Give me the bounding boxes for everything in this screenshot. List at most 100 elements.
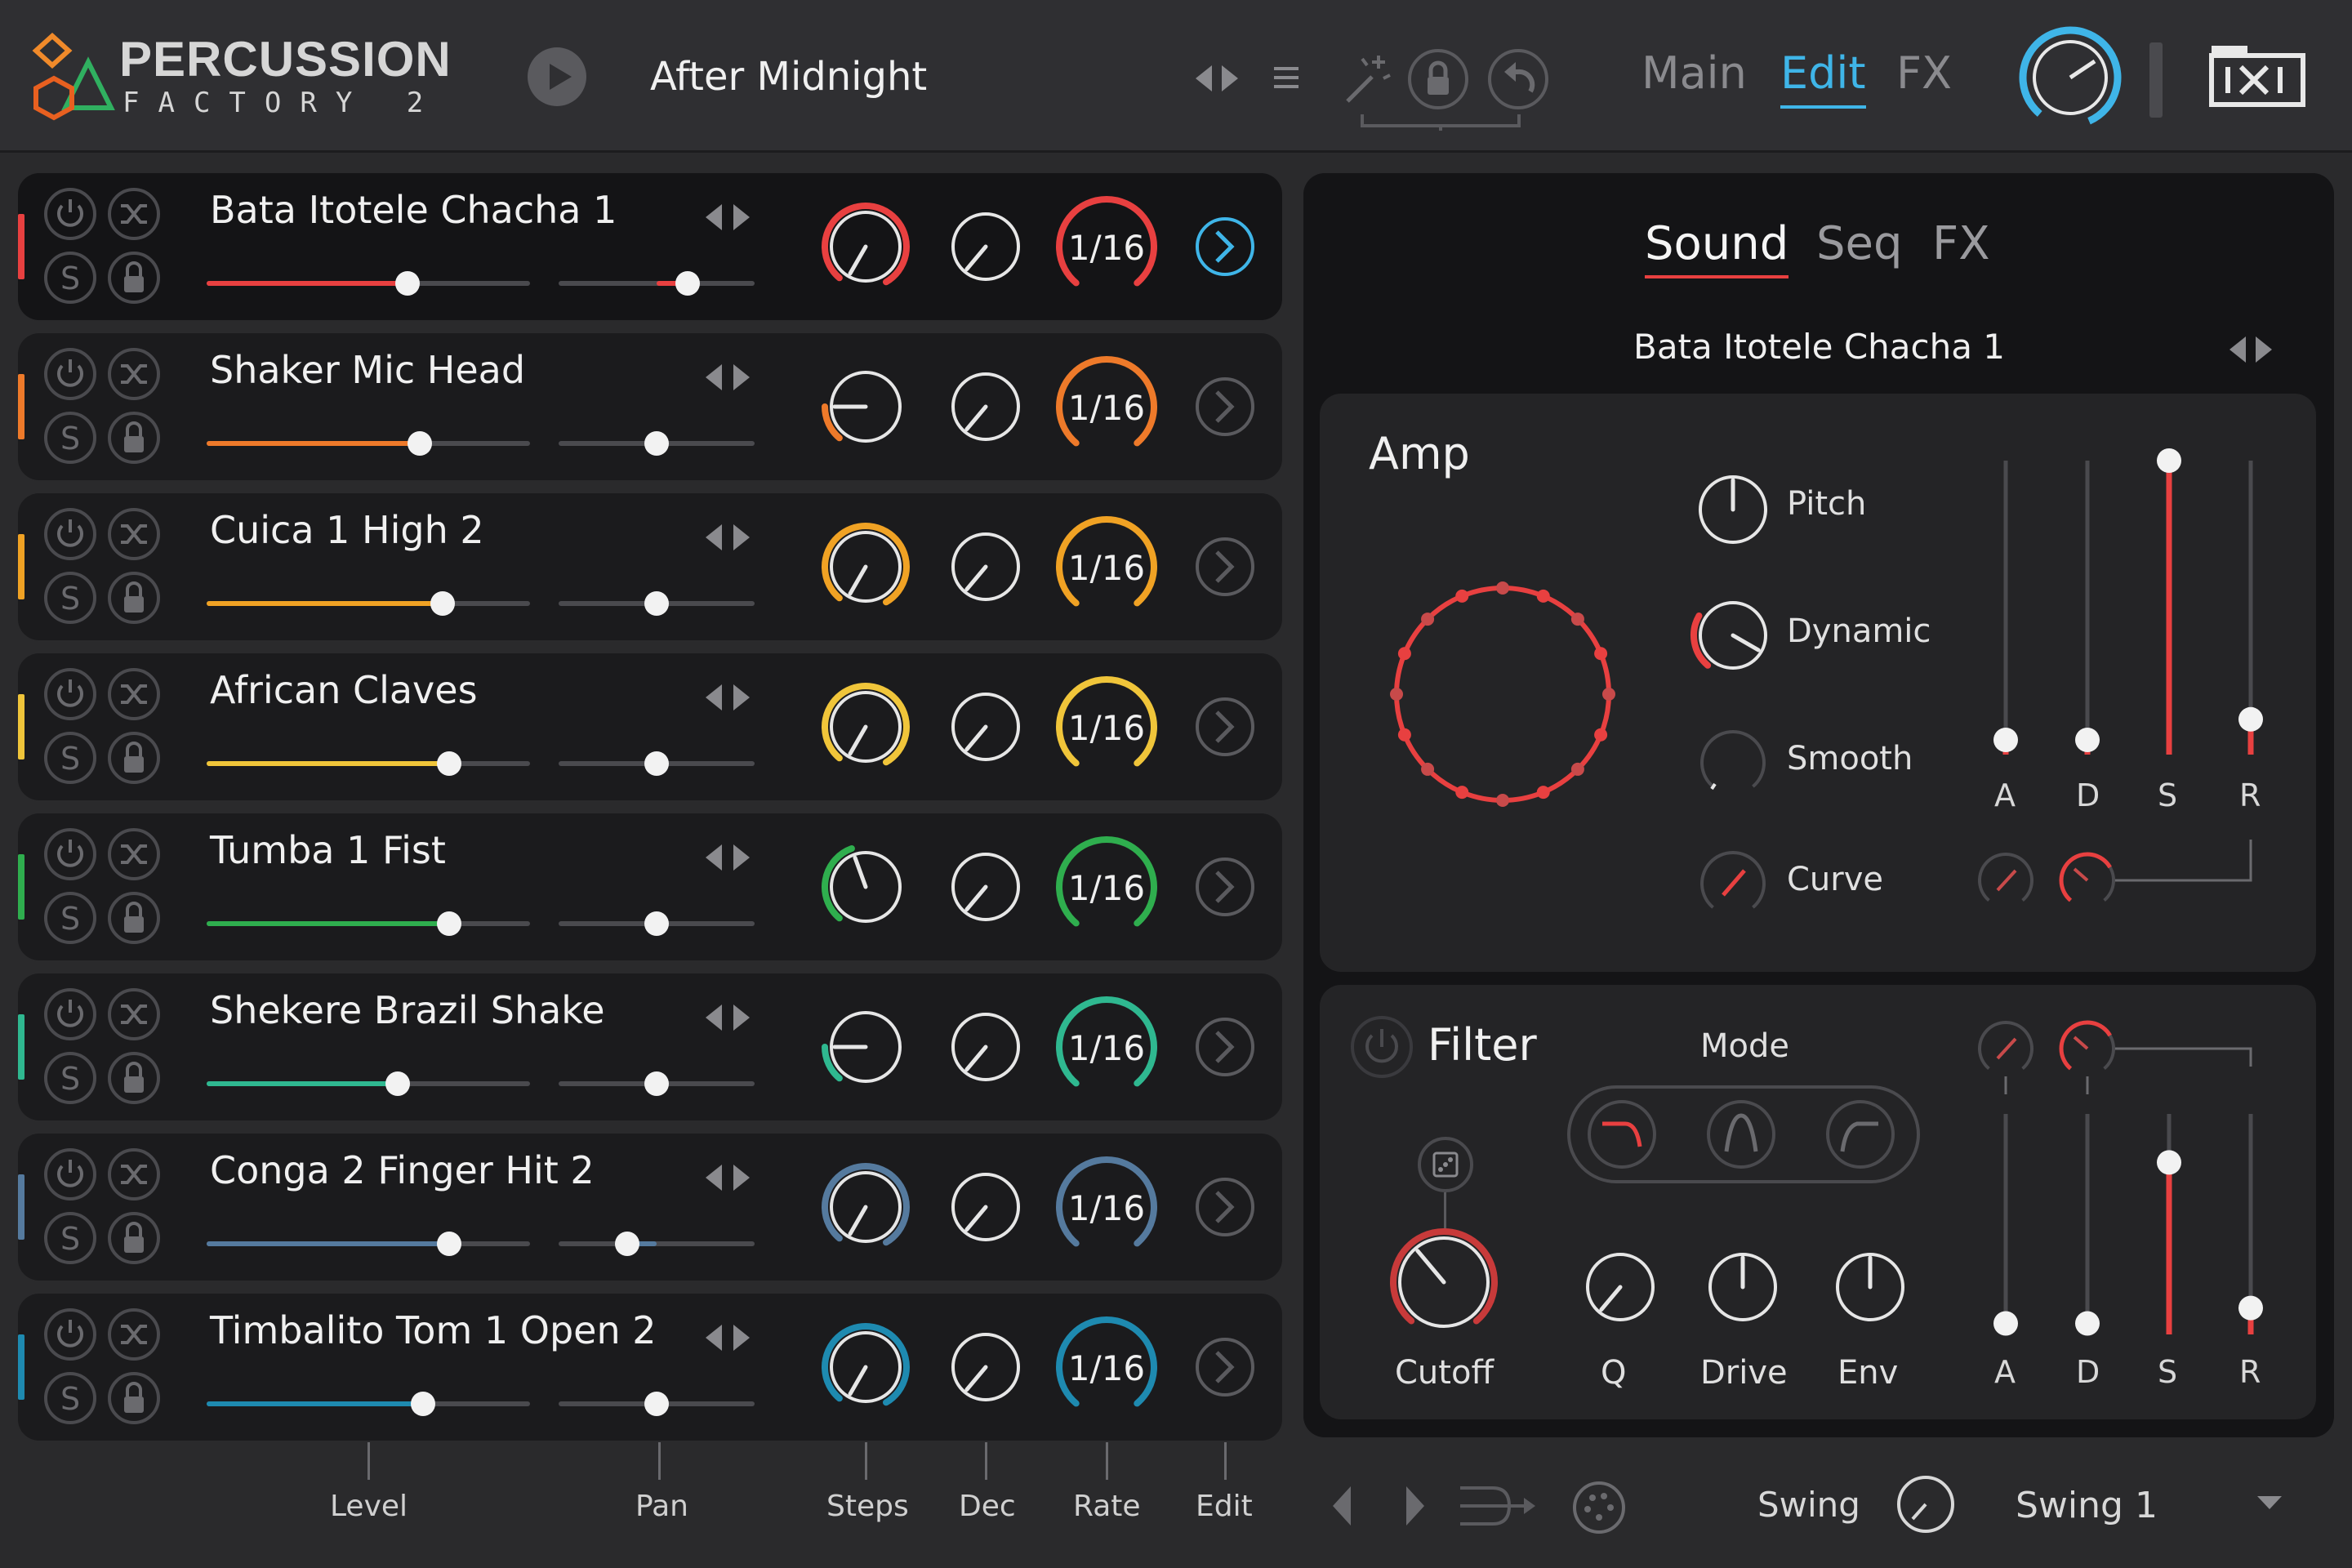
level-slider[interactable]: [207, 1071, 530, 1096]
velocity-step-dot[interactable]: [1397, 647, 1411, 661]
env-slider[interactable]: [1993, 1114, 2018, 1336]
track-row[interactable]: Shaker Mic Head S 1/16: [18, 333, 1282, 480]
level-slider[interactable]: [207, 911, 530, 936]
track-row[interactable]: Tumba 1 Fist S 1/16: [18, 813, 1282, 960]
route-arrows-icon[interactable]: [1455, 1480, 1537, 1532]
track-shuffle-icon[interactable]: [108, 1308, 160, 1361]
track-power-icon[interactable]: [44, 828, 96, 880]
curve-knob[interactable]: [1700, 851, 1766, 909]
decay-knob[interactable]: [951, 693, 1020, 761]
track-sample-prev-next-icon[interactable]: [701, 841, 758, 874]
env-slider[interactable]: [2238, 461, 2263, 755]
track-solo-button[interactable]: S: [44, 572, 96, 624]
env-curve-knob[interactable]: [1978, 1021, 2034, 1071]
filter-mode-bandpass-icon[interactable]: [1707, 1100, 1775, 1169]
track-shuffle-icon[interactable]: [108, 828, 160, 880]
track-sample-prev-next-icon[interactable]: [701, 201, 758, 234]
edit-arrow-button[interactable]: [1196, 1178, 1254, 1236]
decay-knob[interactable]: [951, 372, 1020, 441]
cutoff-mod-icon[interactable]: [1413, 1135, 1478, 1192]
edit-arrow-button[interactable]: [1196, 1018, 1254, 1076]
velocity-step-dot[interactable]: [1570, 762, 1584, 776]
level-slider-thumb[interactable]: [437, 911, 461, 936]
track-name[interactable]: Conga 2 Finger Hit 2: [210, 1148, 595, 1192]
velocity-step-dot[interactable]: [1390, 688, 1403, 701]
menu-icon[interactable]: [1272, 64, 1300, 91]
env-curve-knob[interactable]: [1978, 853, 2034, 902]
pan-slider-thumb[interactable]: [615, 1232, 639, 1256]
track-row[interactable]: Timbalito Tom 1 Open 2 S 1/16: [18, 1294, 1282, 1441]
edit-arrow-button[interactable]: [1196, 858, 1254, 916]
edit-arrow-button[interactable]: [1196, 1338, 1254, 1396]
rate-knob[interactable]: 1/16: [1056, 1316, 1157, 1407]
track-lock-icon[interactable]: [108, 252, 160, 304]
level-slider-thumb[interactable]: [437, 751, 461, 776]
level-slider[interactable]: [207, 431, 530, 456]
swing-preset[interactable]: Swing 1: [2016, 1485, 2158, 1526]
track-shuffle-icon[interactable]: [108, 348, 160, 400]
track-shuffle-icon[interactable]: [108, 988, 160, 1040]
track-power-icon[interactable]: [44, 188, 96, 240]
track-solo-button[interactable]: S: [44, 412, 96, 464]
track-sample-prev-next-icon[interactable]: [701, 1321, 758, 1354]
level-slider[interactable]: [207, 591, 530, 616]
tab-fx[interactable]: FX: [1896, 47, 1952, 99]
pan-slider-thumb[interactable]: [675, 271, 701, 296]
track-row[interactable]: Shekere Brazil Shake S 1/16: [18, 973, 1282, 1120]
level-slider-thumb[interactable]: [408, 431, 433, 456]
track-row[interactable]: African Claves S 1/16: [18, 653, 1282, 800]
track-lock-icon[interactable]: [108, 732, 160, 784]
decay-knob[interactable]: [951, 1333, 1020, 1401]
level-slider[interactable]: [207, 1392, 530, 1416]
track-shuffle-icon[interactable]: [108, 508, 160, 560]
track-power-icon[interactable]: [44, 1148, 96, 1200]
rate-knob[interactable]: 1/16: [1056, 516, 1157, 607]
level-slider-thumb[interactable]: [385, 1071, 410, 1096]
pan-slider-thumb[interactable]: [644, 1392, 669, 1416]
pan-slider[interactable]: [559, 911, 755, 936]
level-slider[interactable]: [207, 1232, 530, 1256]
env-slider[interactable]: [2075, 461, 2100, 755]
pan-slider[interactable]: [559, 751, 755, 776]
track-sample-prev-next-icon[interactable]: [701, 1161, 758, 1194]
env-slider[interactable]: [2157, 448, 2181, 755]
tab-edit[interactable]: Edit: [1780, 47, 1866, 109]
pan-slider[interactable]: [559, 431, 755, 456]
rate-knob[interactable]: 1/16: [1056, 356, 1157, 447]
track-shuffle-icon[interactable]: [108, 1148, 160, 1200]
edit-arrow-button[interactable]: [1196, 537, 1254, 596]
preset-prev-next-icon[interactable]: [1192, 62, 1245, 95]
decay-knob[interactable]: [951, 1173, 1020, 1241]
track-power-icon[interactable]: [44, 988, 96, 1040]
pan-slider[interactable]: [559, 1392, 755, 1416]
track-row[interactable]: Cuica 1 High 2 S 1/16: [18, 493, 1282, 640]
decay-knob[interactable]: [951, 212, 1020, 281]
master-volume-knob[interactable]: [2017, 24, 2123, 131]
instrument-prev-next-icon[interactable]: [2226, 333, 2278, 366]
level-slider[interactable]: [207, 271, 530, 296]
track-name[interactable]: Tumba 1 Fist: [210, 828, 446, 872]
rate-knob[interactable]: 1/16: [1056, 996, 1157, 1087]
velocity-step-dot[interactable]: [1536, 589, 1550, 603]
rate-knob[interactable]: 1/16: [1056, 836, 1157, 927]
track-lock-icon[interactable]: [108, 892, 160, 944]
track-solo-button[interactable]: S: [44, 252, 96, 304]
track-power-icon[interactable]: [44, 668, 96, 720]
env-knob[interactable]: [1836, 1253, 1904, 1321]
track-lock-icon[interactable]: [108, 1372, 160, 1424]
pan-slider[interactable]: [559, 1232, 755, 1256]
level-slider[interactable]: [207, 751, 530, 776]
rate-knob[interactable]: 1/16: [1056, 196, 1157, 287]
edit-arrow-button[interactable]: [1196, 377, 1254, 436]
track-row[interactable]: Bata Itotele Chacha 1 S 1/16: [18, 173, 1282, 320]
velocity-step-dot[interactable]: [1594, 647, 1608, 661]
decay-knob[interactable]: [951, 1013, 1020, 1081]
track-name[interactable]: African Claves: [210, 668, 478, 712]
undo-icon[interactable]: [1486, 47, 1550, 111]
tab-sound[interactable]: Sound: [1645, 217, 1789, 278]
env-slider[interactable]: [2157, 1114, 2181, 1334]
pan-slider-thumb[interactable]: [644, 751, 669, 776]
pan-slider-thumb[interactable]: [644, 591, 669, 616]
filter-mode-lowpass-icon[interactable]: [1588, 1100, 1656, 1169]
velocity-step-dot[interactable]: [1496, 794, 1509, 807]
